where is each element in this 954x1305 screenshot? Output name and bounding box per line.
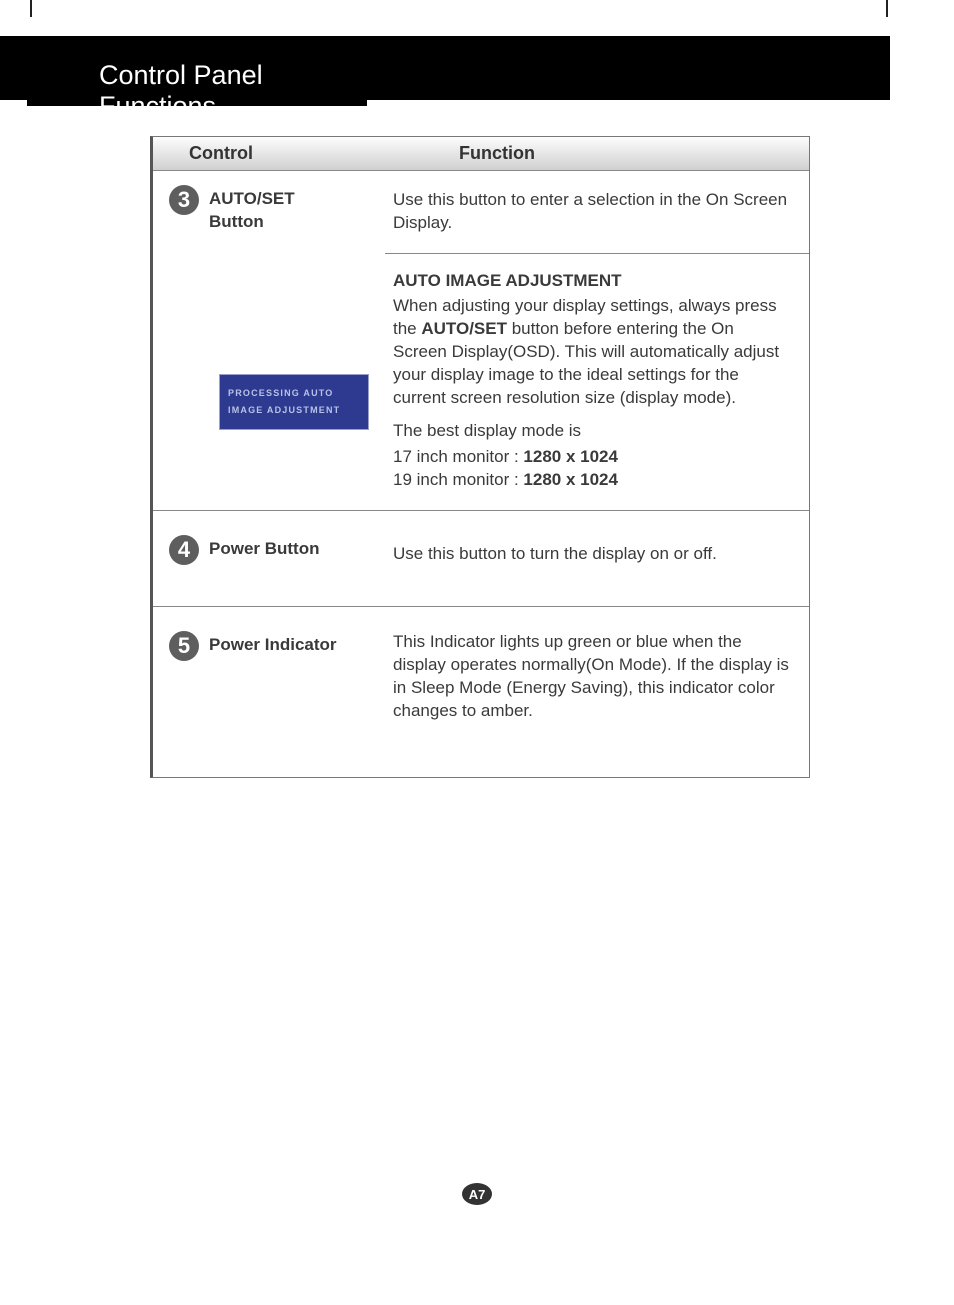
function-text: The best display mode is <box>393 420 791 443</box>
function-text: Use this button to enter a selection in … <box>393 189 791 235</box>
function-text: 17 inch monitor : 1280 x 1024 <box>393 446 791 469</box>
header-control: Control <box>153 143 385 164</box>
header-function: Function <box>385 143 809 164</box>
osd-preview-box: PROCESSING AUTO IMAGE ADJUSTMENT <box>219 374 369 430</box>
page-title: Control Panel Functions <box>27 36 367 106</box>
step-badge-5: 5 <box>169 631 199 661</box>
control-label: AUTO/SET Button <box>209 185 295 234</box>
table-row: 3 AUTO/SET Button PROCESSING AUTO IMAGE … <box>153 171 809 511</box>
function-text: This Indicator lights up green or blue w… <box>393 631 791 723</box>
table-row: 5 Power Indicator This Indicator lights … <box>153 607 809 777</box>
crop-marks <box>0 0 954 1</box>
function-table: Control Function 3 AUTO/SET Button PROCE… <box>150 136 810 778</box>
page-number: A7 <box>462 1183 492 1205</box>
control-label: Power Button <box>209 535 320 561</box>
function-text: When adjusting your display settings, al… <box>393 295 791 410</box>
table-header: Control Function <box>153 137 809 171</box>
table-row: 4 Power Button Use this button to turn t… <box>153 511 809 607</box>
control-label: Power Indicator <box>209 631 337 657</box>
function-subtitle: AUTO IMAGE ADJUSTMENT <box>393 270 791 293</box>
step-badge-4: 4 <box>169 535 199 565</box>
function-text: Use this button to turn the display on o… <box>393 543 791 566</box>
function-text: 19 inch monitor : 1280 x 1024 <box>393 469 791 492</box>
step-badge-3: 3 <box>169 185 199 215</box>
